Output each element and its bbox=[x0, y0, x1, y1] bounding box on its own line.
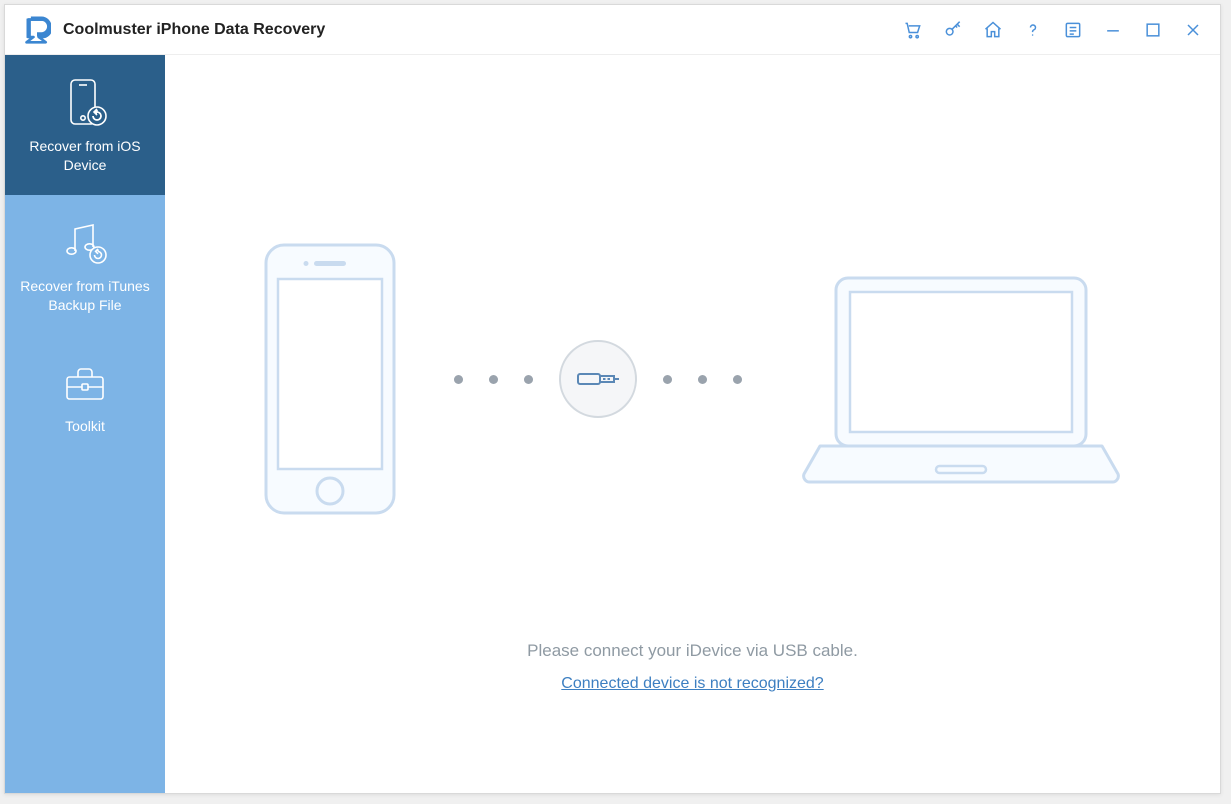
home-icon[interactable] bbox=[976, 13, 1010, 47]
sidebar: Recover from iOS Device Recover from iTu… bbox=[5, 55, 165, 793]
help-icon[interactable] bbox=[1016, 13, 1050, 47]
device-not-recognized-link[interactable]: Connected device is not recognized? bbox=[561, 675, 823, 692]
minimize-icon[interactable] bbox=[1096, 13, 1130, 47]
music-recover-icon bbox=[13, 217, 157, 269]
app-title: Coolmuster iPhone Data Recovery bbox=[63, 21, 325, 39]
connection-dots-right bbox=[663, 375, 742, 384]
instruction-text: Please connect your iDevice via USB cabl… bbox=[165, 641, 1220, 661]
cart-icon[interactable] bbox=[896, 13, 930, 47]
app-window: Coolmuster iPhone Data Recovery bbox=[4, 4, 1221, 794]
phone-recover-icon bbox=[13, 77, 157, 129]
usb-plug-icon bbox=[559, 340, 637, 418]
titlebar: Coolmuster iPhone Data Recovery bbox=[5, 5, 1220, 55]
app-logo-icon bbox=[23, 16, 51, 44]
sidebar-item-toolkit[interactable]: Toolkit bbox=[5, 335, 165, 456]
main-content: Please connect your iDevice via USB cabl… bbox=[165, 55, 1220, 793]
toolkit-icon bbox=[13, 357, 157, 409]
connection-dots-left bbox=[454, 375, 533, 384]
connection-illustration bbox=[260, 239, 1126, 519]
phone-illustration-icon bbox=[260, 239, 400, 519]
maximize-icon[interactable] bbox=[1136, 13, 1170, 47]
titlebar-actions bbox=[896, 13, 1210, 47]
sidebar-item-label: Toolkit bbox=[13, 417, 157, 436]
sidebar-item-label: Recover from iOS Device bbox=[13, 137, 157, 175]
instruction-caption: Please connect your iDevice via USB cabl… bbox=[165, 641, 1220, 693]
laptop-illustration-icon bbox=[796, 264, 1126, 494]
feedback-icon[interactable] bbox=[1056, 13, 1090, 47]
key-icon[interactable] bbox=[936, 13, 970, 47]
sidebar-item-recover-itunes[interactable]: Recover from iTunes Backup File bbox=[5, 195, 165, 335]
sidebar-item-label: Recover from iTunes Backup File bbox=[13, 277, 157, 315]
sidebar-item-recover-ios[interactable]: Recover from iOS Device bbox=[5, 55, 165, 195]
close-icon[interactable] bbox=[1176, 13, 1210, 47]
